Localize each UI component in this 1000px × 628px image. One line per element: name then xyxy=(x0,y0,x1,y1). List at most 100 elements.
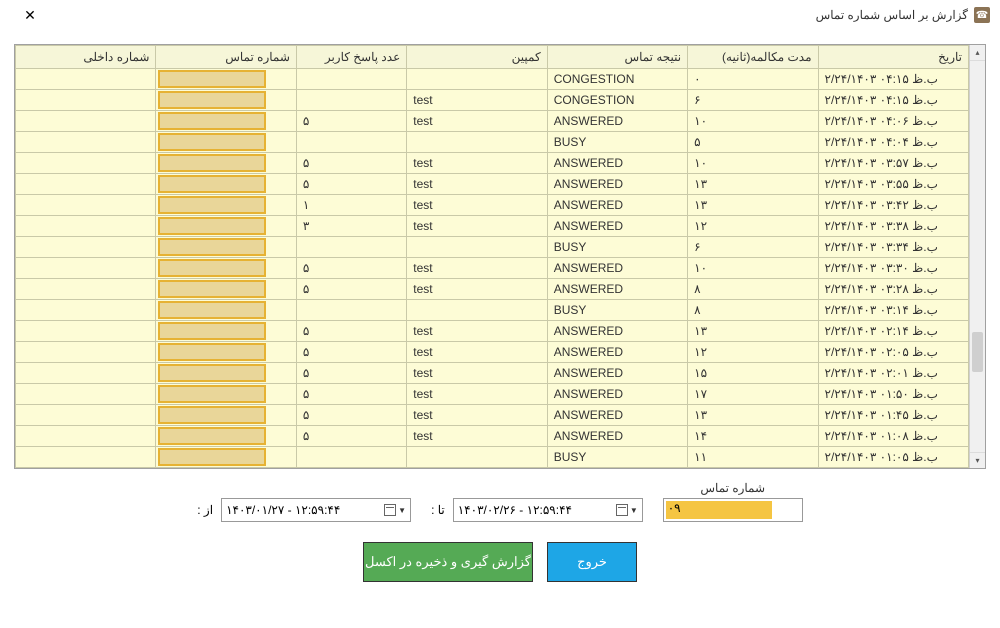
cell: ANSWERED xyxy=(547,384,687,405)
col-user-answers[interactable]: عدد پاسخ کاربر xyxy=(296,46,406,69)
cell xyxy=(16,174,156,195)
table-row[interactable]: ب.ظ ۰۳:۵۷ ۲/۲۴/۱۴۰۳۱۰ANSWEREDtest۵۰۹۱ xyxy=(16,153,969,174)
app-icon: ☎ xyxy=(974,7,990,23)
cell: ب.ظ ۰۳:۵۵ ۲/۲۴/۱۴۰۳ xyxy=(818,174,968,195)
cell: ب.ظ ۰۳:۳۴ ۲/۲۴/۱۴۰۳ xyxy=(818,237,968,258)
report-window: ☎ گزارش بر اساس شماره تماس ✕ ▴ ▾ xyxy=(0,0,1000,628)
table-row[interactable]: ب.ظ ۰۲:۰۵ ۲/۲۴/۱۴۰۳۱۲ANSWEREDtest۵۰۹۱ xyxy=(16,342,969,363)
report-export-button[interactable]: گزارش گیری و ذخیره در اکسل xyxy=(363,542,533,582)
cell: ۵ xyxy=(296,279,406,300)
cell: ب.ظ ۰۲:۰۱ ۲/۲۴/۱۴۰۳ xyxy=(818,363,968,384)
table-row[interactable]: ب.ظ ۰۳:۴۲ ۲/۲۴/۱۴۰۳۱۳ANSWEREDtest۱۰۹۱ xyxy=(16,195,969,216)
cell: test xyxy=(407,195,547,216)
cell: ۰۹۱ xyxy=(156,132,296,153)
cell: ۰۹۱ xyxy=(156,342,296,363)
cell: test xyxy=(407,384,547,405)
cell: BUSY xyxy=(547,237,687,258)
cell: ۰۹۱ xyxy=(156,174,296,195)
table-row[interactable]: ب.ظ ۰۴:۱۵ ۲/۲۴/۱۴۰۳۰CONGESTION۰۹۱ xyxy=(16,69,969,90)
cell: ۱۳ xyxy=(688,195,818,216)
cell: test xyxy=(407,111,547,132)
table-row[interactable]: ب.ظ ۰۴:۱۵ ۲/۲۴/۱۴۰۳۶CONGESTIONtest۰۹۱ xyxy=(16,90,969,111)
results-grid: ▴ ▾ تاریخ مدت مکالمه(ثانیه) نتیجه تماس xyxy=(14,44,986,469)
cell: ۱ xyxy=(296,195,406,216)
to-date-group: ۱۴۰۳/۰۲/۲۶ - ۱۲:۵۹:۴۴ ▼ تا : xyxy=(431,498,643,522)
table-row[interactable]: ب.ظ ۰۳:۱۴ ۲/۲۴/۱۴۰۳۸BUSY۰۹۱ xyxy=(16,300,969,321)
cell: CONGESTION xyxy=(547,69,687,90)
cell xyxy=(407,300,547,321)
table-row[interactable]: ب.ظ ۰۱:۰۵ ۲/۲۴/۱۴۰۳۱۱BUSY۰۹۱ xyxy=(16,447,969,468)
cell: ۱۰ xyxy=(688,258,818,279)
cell xyxy=(16,195,156,216)
cell: ۱۰ xyxy=(688,111,818,132)
cell xyxy=(16,258,156,279)
number-filter: شماره تماس ۰۹ xyxy=(663,481,803,522)
titlebar: ☎ گزارش بر اساس شماره تماس ✕ xyxy=(0,0,1000,30)
col-duration[interactable]: مدت مکالمه(ثانیه) xyxy=(688,46,818,69)
table-row[interactable]: ب.ظ ۰۱:۴۵ ۲/۲۴/۱۴۰۳۱۳ANSWEREDtest۵۰۹۱ xyxy=(16,405,969,426)
cell: ANSWERED xyxy=(547,216,687,237)
chevron-down-icon: ▼ xyxy=(398,506,406,515)
table-row[interactable]: ب.ظ ۰۴:۰۶ ۲/۲۴/۱۴۰۳۱۰ANSWEREDtest۵۰۹۱ xyxy=(16,111,969,132)
cell xyxy=(296,237,406,258)
cell: ۰۹۱ xyxy=(156,90,296,111)
table-row[interactable]: ب.ظ ۰۳:۳۴ ۲/۲۴/۱۴۰۳۶BUSY۰۹۱ xyxy=(16,237,969,258)
vertical-scrollbar[interactable]: ▴ ▾ xyxy=(969,45,985,468)
scroll-track[interactable] xyxy=(970,61,985,452)
to-date-picker[interactable]: ۱۴۰۳/۰۲/۲۶ - ۱۲:۵۹:۴۴ ▼ xyxy=(453,498,643,522)
cell: ۱۱ xyxy=(688,447,818,468)
results-table: تاریخ مدت مکالمه(ثانیه) نتیجه تماس کمپین… xyxy=(15,45,969,468)
col-date[interactable]: تاریخ xyxy=(818,46,968,69)
cell: ۰۹۱ xyxy=(156,279,296,300)
redacted-overlay xyxy=(666,501,772,519)
scroll-down-button[interactable]: ▾ xyxy=(970,452,985,468)
table-header-row: تاریخ مدت مکالمه(ثانیه) نتیجه تماس کمپین… xyxy=(16,46,969,69)
table-row[interactable]: ب.ظ ۰۲:۱۴ ۲/۲۴/۱۴۰۳۱۳ANSWEREDtest۵۰۹۱ xyxy=(16,321,969,342)
cell: ANSWERED xyxy=(547,342,687,363)
cell xyxy=(16,237,156,258)
cell: ۰۹۱ xyxy=(156,237,296,258)
cell: ۰۹۱ xyxy=(156,216,296,237)
scroll-thumb[interactable] xyxy=(972,332,983,372)
cell: ب.ظ ۰۳:۴۲ ۲/۲۴/۱۴۰۳ xyxy=(818,195,968,216)
table-row[interactable]: ب.ظ ۰۳:۲۸ ۲/۲۴/۱۴۰۳۸ANSWEREDtest۵۰۹۱ xyxy=(16,279,969,300)
cell: ب.ظ ۰۲:۱۴ ۲/۲۴/۱۴۰۳ xyxy=(818,321,968,342)
cell: ۵ xyxy=(296,174,406,195)
exit-button[interactable]: خروج xyxy=(547,542,637,582)
cell xyxy=(407,447,547,468)
table-row[interactable]: ب.ظ ۰۲:۰۱ ۲/۲۴/۱۴۰۳۱۵ANSWEREDtest۵۰۹۱ xyxy=(16,363,969,384)
table-row[interactable]: ب.ظ ۰۱:۰۸ ۲/۲۴/۱۴۰۳۱۴ANSWEREDtest۵۰۹۱ xyxy=(16,426,969,447)
cell: ۸ xyxy=(688,300,818,321)
from-date-picker[interactable]: ۱۴۰۳/۰۱/۲۷ - ۱۲:۵۹:۴۴ ▼ xyxy=(221,498,411,522)
cell xyxy=(296,300,406,321)
col-ext[interactable]: شماره داخلی xyxy=(16,46,156,69)
cell: test xyxy=(407,258,547,279)
col-campaign[interactable]: کمپین xyxy=(407,46,547,69)
col-number[interactable]: شماره تماس xyxy=(156,46,296,69)
cell: ب.ظ ۰۴:۰۶ ۲/۲۴/۱۴۰۳ xyxy=(818,111,968,132)
cell: ۵ xyxy=(296,363,406,384)
scroll-up-button[interactable]: ▴ xyxy=(970,45,985,61)
table-row[interactable]: ب.ظ ۰۳:۳۰ ۲/۲۴/۱۴۰۳۱۰ANSWEREDtest۵۰۹۱ xyxy=(16,258,969,279)
window-close-button[interactable]: ✕ xyxy=(10,5,50,25)
cell: BUSY xyxy=(547,132,687,153)
cell: BUSY xyxy=(547,447,687,468)
cell xyxy=(16,132,156,153)
cell: ۱۰ xyxy=(688,153,818,174)
number-input[interactable]: ۰۹ xyxy=(663,498,803,522)
cell: test xyxy=(407,342,547,363)
cell: BUSY xyxy=(547,300,687,321)
table-row[interactable]: ب.ظ ۰۳:۳۸ ۲/۲۴/۱۴۰۳۱۲ANSWEREDtest۳۰۹۱ xyxy=(16,216,969,237)
cell xyxy=(16,153,156,174)
cell xyxy=(16,384,156,405)
table-row[interactable]: ب.ظ ۰۴:۰۴ ۲/۲۴/۱۴۰۳۵BUSY۰۹۱ xyxy=(16,132,969,153)
col-result[interactable]: نتیجه تماس xyxy=(547,46,687,69)
cell: ب.ظ ۰۴:۱۵ ۲/۲۴/۱۴۰۳ xyxy=(818,69,968,90)
cell: ۵ xyxy=(296,111,406,132)
cell: ANSWERED xyxy=(547,258,687,279)
window-title: گزارش بر اساس شماره تماس xyxy=(816,8,968,22)
cell: ۰ xyxy=(688,69,818,90)
table-row[interactable]: ب.ظ ۰۱:۵۰ ۲/۲۴/۱۴۰۳۱۷ANSWEREDtest۵۰۹۱ xyxy=(16,384,969,405)
table-row[interactable]: ب.ظ ۰۳:۵۵ ۲/۲۴/۱۴۰۳۱۳ANSWEREDtest۵۰۹۱ xyxy=(16,174,969,195)
cell xyxy=(16,90,156,111)
